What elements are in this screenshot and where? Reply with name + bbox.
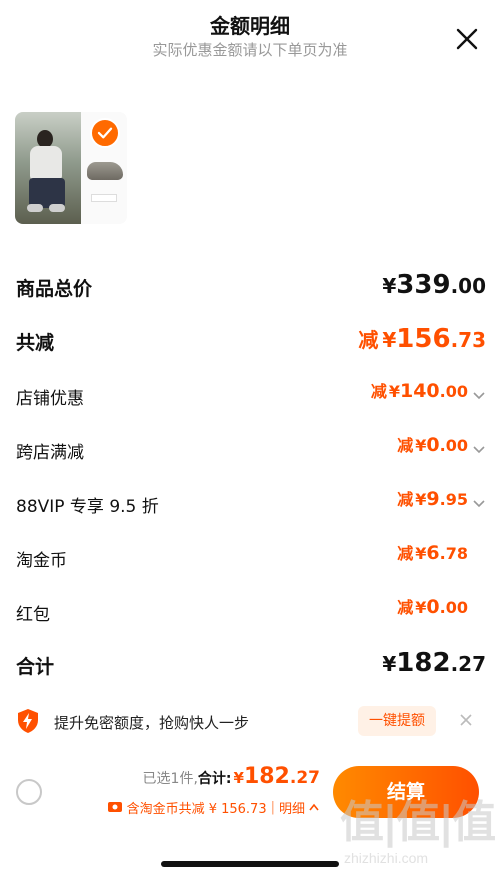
row-value: 减 ¥0.00 [397,434,468,456]
row-label: 跨店满减 [16,443,84,463]
page-subtitle: 实际优惠金额请以下单页为准 [152,41,348,59]
raise-limit-button[interactable]: 一键提额 [358,706,436,736]
row-label: 共减 [16,332,55,354]
watermark-glyphs: 值|值|值 [340,797,496,848]
row-grand-total: 合计 ¥182.27 [16,648,486,682]
home-indicator [161,861,339,867]
coin-ticket-icon [107,802,122,812]
promo-banner: 提升免密额度，抢购快人一步 一键提额 [16,704,486,740]
close-icon[interactable] [458,712,474,728]
row-88vip-discount[interactable]: 88VIP 专享 9.5 折 减 ¥9.95 [16,486,486,520]
product-photo [15,112,81,224]
row-item-total: 商品总价 ¥339.00 [16,270,486,304]
check-icon[interactable] [90,118,120,148]
shield-lightning-icon [18,709,38,733]
row-cross-store-discount[interactable]: 跨店满减 减 ¥0.00 [16,432,486,466]
summary-total: 已选1件, 合计: ¥182.27 [142,764,320,789]
row-red-packet: 红包 减 ¥0.00 [16,594,486,628]
row-store-discount[interactable]: 店铺优惠 减 ¥140.00 [16,378,486,412]
watermark-url: zhizhizhi.com [344,850,429,866]
row-value: 减 ¥0.00 [397,596,468,618]
chevron-down-icon[interactable] [472,442,486,456]
row-label: 淘金币 [16,551,67,571]
row-taobao-coin: 淘金币 减 ¥6.78 [16,540,486,574]
row-value: ¥182.27 [382,648,486,678]
chevron-down-icon[interactable] [472,496,486,510]
shoe-image [87,162,123,180]
watermark: 值|值|值 zhizhizhi.com [338,780,498,878]
coin-discount-text: 含淘金币共减 ¥ 156.73 [126,801,267,817]
page-title: 金额明细 [210,14,290,38]
select-all-radio[interactable] [16,779,42,805]
modal-header: 金额明细 实际优惠金额请以下单页为准 [0,0,500,80]
row-label: 88VIP 专享 9.5 折 [16,497,159,517]
coin-discount-line: 含淘金币共减 ¥ 156.73 | 明细 [80,796,320,818]
row-label: 商品总价 [16,278,93,300]
close-icon[interactable] [452,24,482,54]
row-total-discount: 共减 减 ¥156.73 [16,324,486,358]
row-label: 合计 [16,656,55,678]
row-value: 减 ¥156.73 [358,324,486,354]
chevron-down-icon[interactable] [472,388,486,402]
row-label: 店铺优惠 [16,389,84,409]
chevron-up-icon[interactable] [308,802,320,812]
separator: | [270,799,275,815]
row-value: 减 ¥6.78 [397,542,468,564]
detail-toggle[interactable]: 明细 [279,798,305,817]
row-label: 红包 [16,605,50,625]
row-value: ¥339.00 [382,270,486,300]
promo-text: 提升免密额度，抢购快人一步 [54,714,250,732]
row-value: 减 ¥9.95 [397,488,468,510]
row-value: 减 ¥140.00 [370,380,468,402]
